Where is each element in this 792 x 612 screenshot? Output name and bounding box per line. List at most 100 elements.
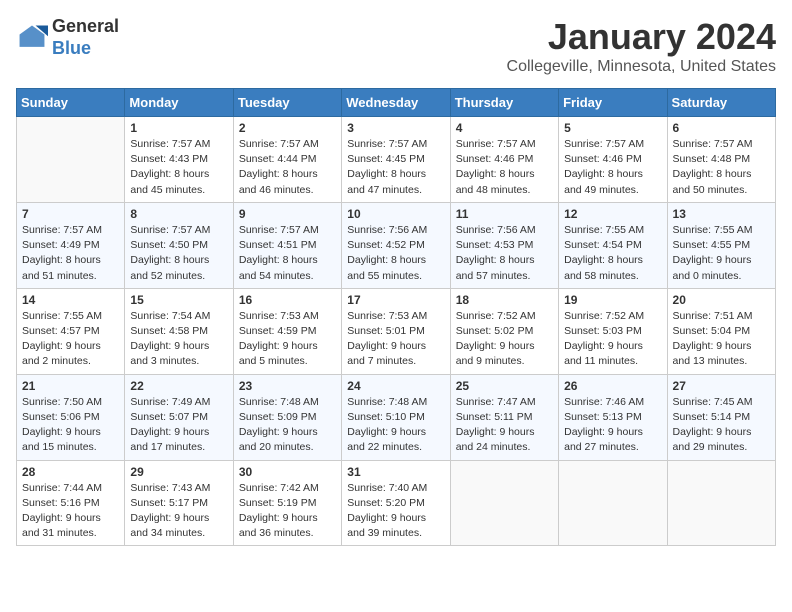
day-cell: 28Sunrise: 7:44 AMSunset: 5:16 PMDayligh… bbox=[17, 460, 125, 546]
day-info: Sunrise: 7:57 AMSunset: 4:50 PMDaylight:… bbox=[130, 223, 227, 284]
day-info: Sunrise: 7:52 AMSunset: 5:03 PMDaylight:… bbox=[564, 309, 661, 370]
day-number: 8 bbox=[130, 207, 227, 221]
day-info: Sunrise: 7:45 AMSunset: 5:14 PMDaylight:… bbox=[673, 395, 770, 456]
day-number: 20 bbox=[673, 293, 770, 307]
day-cell bbox=[559, 460, 667, 546]
day-info: Sunrise: 7:57 AMSunset: 4:44 PMDaylight:… bbox=[239, 137, 336, 198]
day-cell: 27 Sunrise: 7:45 AMSunset: 5:14 PMDayligh… bbox=[667, 374, 775, 460]
day-cell: 6 Sunrise: 7:57 AMSunset: 4:48 PMDaylight… bbox=[667, 117, 775, 203]
day-info: Sunrise: 7:57 AMSunset: 4:48 PMDaylight:… bbox=[673, 137, 770, 198]
day-cell: 26 Sunrise: 7:46 AMSunset: 5:13 PMDayligh… bbox=[559, 374, 667, 460]
day-number: 2 bbox=[239, 121, 336, 135]
day-cell: 30Sunrise: 7:42 AMSunset: 5:19 PMDayligh… bbox=[233, 460, 341, 546]
day-number: 5 bbox=[564, 121, 661, 135]
day-cell: 22Sunrise: 7:49 AMSunset: 5:07 PMDayligh… bbox=[125, 374, 233, 460]
day-number: 27 bbox=[673, 379, 770, 393]
day-number: 17 bbox=[347, 293, 444, 307]
day-cell bbox=[450, 460, 558, 546]
day-info: Sunrise: 7:42 AMSunset: 5:19 PMDaylight:… bbox=[239, 481, 336, 542]
day-cell: 1Sunrise: 7:57 AMSunset: 4:43 PMDaylight… bbox=[125, 117, 233, 203]
day-number: 18 bbox=[456, 293, 553, 307]
day-number: 14 bbox=[22, 293, 119, 307]
day-cell: 15 Sunrise: 7:54 AMSunset: 4:58 PMDayligh… bbox=[125, 288, 233, 374]
day-number: 29 bbox=[130, 465, 227, 479]
day-info: Sunrise: 7:57 AMSunset: 4:45 PMDaylight:… bbox=[347, 137, 444, 198]
day-info: Sunrise: 7:48 AMSunset: 5:10 PMDaylight:… bbox=[347, 395, 444, 456]
calendar-subtitle: Collegeville, Minnesota, United States bbox=[507, 58, 776, 76]
weekday-header-sunday: Sunday bbox=[17, 89, 125, 117]
day-cell: 12 Sunrise: 7:55 AMSunset: 4:54 PMDayligh… bbox=[559, 202, 667, 288]
header-row: SundayMondayTuesdayWednesdayThursdayFrid… bbox=[17, 89, 776, 117]
day-info: Sunrise: 7:53 AMSunset: 4:59 PMDaylight:… bbox=[239, 309, 336, 370]
day-cell: 11Sunrise: 7:56 AMSunset: 4:53 PMDayligh… bbox=[450, 202, 558, 288]
day-info: Sunrise: 7:56 AMSunset: 4:52 PMDaylight:… bbox=[347, 223, 444, 284]
day-number: 25 bbox=[456, 379, 553, 393]
day-number: 31 bbox=[347, 465, 444, 479]
day-number: 10 bbox=[347, 207, 444, 221]
day-info: Sunrise: 7:57 AMSunset: 4:49 PMDaylight:… bbox=[22, 223, 119, 284]
day-number: 15 bbox=[130, 293, 227, 307]
day-info: Sunrise: 7:47 AMSunset: 5:11 PMDaylight:… bbox=[456, 395, 553, 456]
day-info: Sunrise: 7:57 AMSunset: 4:51 PMDaylight:… bbox=[239, 223, 336, 284]
logo-icon bbox=[16, 22, 48, 54]
day-info: Sunrise: 7:49 AMSunset: 5:07 PMDaylight:… bbox=[130, 395, 227, 456]
weekday-header-friday: Friday bbox=[559, 89, 667, 117]
day-info: Sunrise: 7:51 AMSunset: 5:04 PMDaylight:… bbox=[673, 309, 770, 370]
day-number: 9 bbox=[239, 207, 336, 221]
day-number: 1 bbox=[130, 121, 227, 135]
day-info: Sunrise: 7:57 AMSunset: 4:46 PMDaylight:… bbox=[564, 137, 661, 198]
day-info: Sunrise: 7:54 AMSunset: 4:58 PMDaylight:… bbox=[130, 309, 227, 370]
day-info: Sunrise: 7:57 AMSunset: 4:46 PMDaylight:… bbox=[456, 137, 553, 198]
day-cell: 4 Sunrise: 7:57 AMSunset: 4:46 PMDaylight… bbox=[450, 117, 558, 203]
day-number: 21 bbox=[22, 379, 119, 393]
day-cell: 3Sunrise: 7:57 AMSunset: 4:45 PMDaylight… bbox=[342, 117, 450, 203]
calendar-table: SundayMondayTuesdayWednesdayThursdayFrid… bbox=[16, 88, 776, 546]
day-info: Sunrise: 7:50 AMSunset: 5:06 PMDaylight:… bbox=[22, 395, 119, 456]
day-number: 23 bbox=[239, 379, 336, 393]
week-row-3: 14 Sunrise: 7:55 AMSunset: 4:57 PMDayligh… bbox=[17, 288, 776, 374]
day-cell: 16 Sunrise: 7:53 AMSunset: 4:59 PMDayligh… bbox=[233, 288, 341, 374]
day-number: 4 bbox=[456, 121, 553, 135]
day-cell: 2 Sunrise: 7:57 AMSunset: 4:44 PMDaylight… bbox=[233, 117, 341, 203]
day-cell: 23 Sunrise: 7:48 AMSunset: 5:09 PMDayligh… bbox=[233, 374, 341, 460]
day-cell: 31 Sunrise: 7:40 AMSunset: 5:20 PMDayligh… bbox=[342, 460, 450, 546]
day-info: Sunrise: 7:53 AMSunset: 5:01 PMDaylight:… bbox=[347, 309, 444, 370]
calendar-title: January 2024 bbox=[507, 16, 776, 58]
day-info: Sunrise: 7:56 AMSunset: 4:53 PMDaylight:… bbox=[456, 223, 553, 284]
week-row-4: 21 Sunrise: 7:50 AMSunset: 5:06 PMDayligh… bbox=[17, 374, 776, 460]
day-info: Sunrise: 7:48 AMSunset: 5:09 PMDaylight:… bbox=[239, 395, 336, 456]
weekday-header-saturday: Saturday bbox=[667, 89, 775, 117]
day-cell bbox=[667, 460, 775, 546]
week-row-1: 1Sunrise: 7:57 AMSunset: 4:43 PMDaylight… bbox=[17, 117, 776, 203]
day-number: 12 bbox=[564, 207, 661, 221]
day-info: Sunrise: 7:40 AMSunset: 5:20 PMDaylight:… bbox=[347, 481, 444, 542]
day-number: 13 bbox=[673, 207, 770, 221]
day-cell: 18 Sunrise: 7:52 AMSunset: 5:02 PMDayligh… bbox=[450, 288, 558, 374]
weekday-header-wednesday: Wednesday bbox=[342, 89, 450, 117]
day-cell: 25 Sunrise: 7:47 AMSunset: 5:11 PMDayligh… bbox=[450, 374, 558, 460]
day-cell: 8 Sunrise: 7:57 AMSunset: 4:50 PMDaylight… bbox=[125, 202, 233, 288]
week-row-5: 28Sunrise: 7:44 AMSunset: 5:16 PMDayligh… bbox=[17, 460, 776, 546]
day-cell: 19Sunrise: 7:52 AMSunset: 5:03 PMDayligh… bbox=[559, 288, 667, 374]
day-number: 28 bbox=[22, 465, 119, 479]
day-cell: 10 Sunrise: 7:56 AMSunset: 4:52 PMDayligh… bbox=[342, 202, 450, 288]
weekday-header-tuesday: Tuesday bbox=[233, 89, 341, 117]
week-row-2: 7Sunrise: 7:57 AMSunset: 4:49 PMDaylight… bbox=[17, 202, 776, 288]
day-cell: 5 Sunrise: 7:57 AMSunset: 4:46 PMDaylight… bbox=[559, 117, 667, 203]
day-info: Sunrise: 7:46 AMSunset: 5:13 PMDaylight:… bbox=[564, 395, 661, 456]
logo: General Blue bbox=[16, 16, 119, 59]
day-info: Sunrise: 7:55 AMSunset: 4:54 PMDaylight:… bbox=[564, 223, 661, 284]
day-number: 26 bbox=[564, 379, 661, 393]
day-number: 16 bbox=[239, 293, 336, 307]
day-info: Sunrise: 7:43 AMSunset: 5:17 PMDaylight:… bbox=[130, 481, 227, 542]
day-cell: 7Sunrise: 7:57 AMSunset: 4:49 PMDaylight… bbox=[17, 202, 125, 288]
day-info: Sunrise: 7:55 AMSunset: 4:57 PMDaylight:… bbox=[22, 309, 119, 370]
calendar-header: General Blue January 2024 Collegeville, … bbox=[16, 16, 776, 76]
day-info: Sunrise: 7:55 AMSunset: 4:55 PMDaylight:… bbox=[673, 223, 770, 284]
day-number: 6 bbox=[673, 121, 770, 135]
day-cell: 13 Sunrise: 7:55 AMSunset: 4:55 PMDayligh… bbox=[667, 202, 775, 288]
day-info: Sunrise: 7:52 AMSunset: 5:02 PMDaylight:… bbox=[456, 309, 553, 370]
title-section: January 2024 Collegeville, Minnesota, Un… bbox=[507, 16, 776, 76]
day-number: 24 bbox=[347, 379, 444, 393]
weekday-header-thursday: Thursday bbox=[450, 89, 558, 117]
